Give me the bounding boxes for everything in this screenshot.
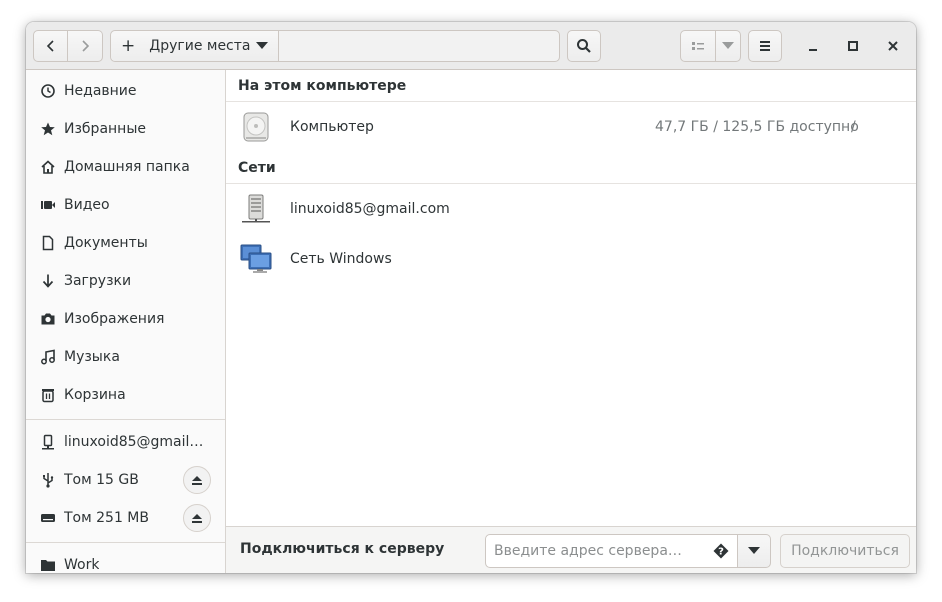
sidebar-item-videos[interactable]: Видео <box>26 186 225 224</box>
sidebar-separator <box>26 419 225 420</box>
minimize-icon <box>809 49 817 51</box>
sidebar-item-downloads[interactable]: Загрузки <box>26 262 225 300</box>
list-item-computer[interactable]: Компьютер 47,7 ГБ / 125,5 ГБ доступно / <box>226 102 916 152</box>
network-item-name: linuxoid85@gmail.com <box>290 201 450 217</box>
sidebar-item-work[interactable]: Work <box>26 546 225 573</box>
path-other-locations-button[interactable]: + Другие места <box>111 31 279 61</box>
sidebar-item-trash[interactable]: Корзина <box>26 376 225 414</box>
navigation-buttons <box>33 30 103 62</box>
chevron-down-icon <box>256 42 268 49</box>
sidebar-item-label: Документы <box>64 235 148 251</box>
header-bar: + Другие места <box>26 22 916 70</box>
connect-to-server-bar: Подключиться к серверу ? Подключиться <box>226 526 916 573</box>
list-item-windows-network[interactable]: Сеть Windows <box>226 234 916 284</box>
computer-free-space: 47,7 ГБ / 125,5 ГБ доступно <box>655 119 859 135</box>
document-icon <box>40 235 56 251</box>
hamburger-menu-icon <box>760 41 770 51</box>
sidebar-item-pictures[interactable]: Изображения <box>26 300 225 338</box>
video-icon <box>40 197 56 213</box>
star-icon <box>40 121 56 137</box>
music-icon <box>40 349 56 365</box>
eject-icon <box>192 476 202 485</box>
hard-drive-icon <box>243 112 269 142</box>
main-menu-button[interactable] <box>748 30 782 62</box>
search-button[interactable] <box>567 30 601 62</box>
download-icon <box>40 273 56 289</box>
sidebar-item-home[interactable]: Домашняя папка <box>26 148 225 186</box>
section-title-this-computer: На этом компьютере <box>238 78 407 94</box>
connect-button[interactable]: Подключиться <box>780 534 910 568</box>
sidebar-item-label: Корзина <box>64 387 126 403</box>
sidebar-item-label: Музыка <box>64 349 120 365</box>
view-mode-button[interactable] <box>680 30 716 62</box>
network-windows-icon <box>240 244 272 273</box>
search-icon <box>577 39 591 53</box>
help-icon[interactable]: ? <box>713 543 729 559</box>
forward-button[interactable] <box>68 30 103 62</box>
sidebar-item-label: Недавние <box>64 83 137 99</box>
maximize-button[interactable] <box>841 34 865 58</box>
go-next-icon <box>82 40 90 52</box>
connect-to-server-label: Подключиться к серверу <box>240 541 445 557</box>
sidebar: Недавние Избранные Домашняя папка Видео … <box>26 70 226 573</box>
sidebar-separator <box>26 542 225 543</box>
home-icon <box>40 159 56 175</box>
sidebar-item-label: linuxoid85@gmail.com <box>64 434 204 450</box>
computer-name: Компьютер <box>290 119 374 135</box>
sidebar-item-starred[interactable]: Избранные <box>26 110 225 148</box>
close-icon <box>888 41 898 51</box>
back-button[interactable] <box>33 30 68 62</box>
chevron-down-icon <box>722 42 734 49</box>
file-manager-window: + Другие места Недавние Избранные Домашн… <box>26 22 916 573</box>
computer-mount-path: / <box>851 119 856 135</box>
sidebar-item-label: Изображения <box>64 311 165 327</box>
server-address-input[interactable] <box>494 543 694 559</box>
sidebar-item-label: Том 15 GB <box>64 472 139 488</box>
folder-icon <box>40 557 56 573</box>
other-locations-view: На этом компьютере Компьютер 47,7 ГБ / 1… <box>226 70 916 527</box>
close-button[interactable] <box>881 34 905 58</box>
sidebar-item-documents[interactable]: Документы <box>26 224 225 262</box>
go-previous-icon <box>46 40 54 52</box>
sidebar-item-network-server[interactable]: linuxoid85@gmail.com <box>26 423 225 461</box>
server-address-field: ? <box>485 534 738 568</box>
maximize-icon <box>848 41 858 51</box>
drive-icon <box>40 510 56 526</box>
network-server-icon <box>242 194 270 223</box>
sidebar-item-recent[interactable]: Недавние <box>26 72 225 110</box>
recent-servers-button[interactable] <box>737 534 771 568</box>
eject-icon <box>192 514 202 523</box>
plus-icon: + <box>121 36 136 56</box>
sidebar-item-label: Домашняя папка <box>64 159 190 175</box>
sidebar-item-music[interactable]: Музыка <box>26 338 225 376</box>
view-options-button[interactable] <box>715 30 741 62</box>
svg-text:?: ? <box>718 547 724 558</box>
clock-icon <box>40 83 56 99</box>
section-title-networks: Сети <box>238 160 276 176</box>
eject-button[interactable] <box>183 466 211 494</box>
sidebar-item-label: Загрузки <box>64 273 132 289</box>
path-label: Другие места <box>149 38 251 54</box>
list-view-icon <box>692 42 704 50</box>
eject-button[interactable] <box>183 504 211 532</box>
trash-icon <box>40 387 56 403</box>
path-bar: + Другие места <box>110 30 560 62</box>
minimize-button[interactable] <box>801 34 825 58</box>
sidebar-item-label: Видео <box>64 197 110 213</box>
list-item-network-server[interactable]: linuxoid85@gmail.com <box>226 184 916 234</box>
sidebar-item-label: Том 251 MB <box>64 510 149 526</box>
camera-icon <box>40 311 56 327</box>
sidebar-item-label: Избранные <box>64 121 146 137</box>
network-server-icon <box>40 434 56 450</box>
sidebar-item-label: Work <box>64 557 100 573</box>
network-item-name: Сеть Windows <box>290 251 392 267</box>
usb-icon <box>40 472 56 488</box>
chevron-down-icon <box>748 547 760 554</box>
